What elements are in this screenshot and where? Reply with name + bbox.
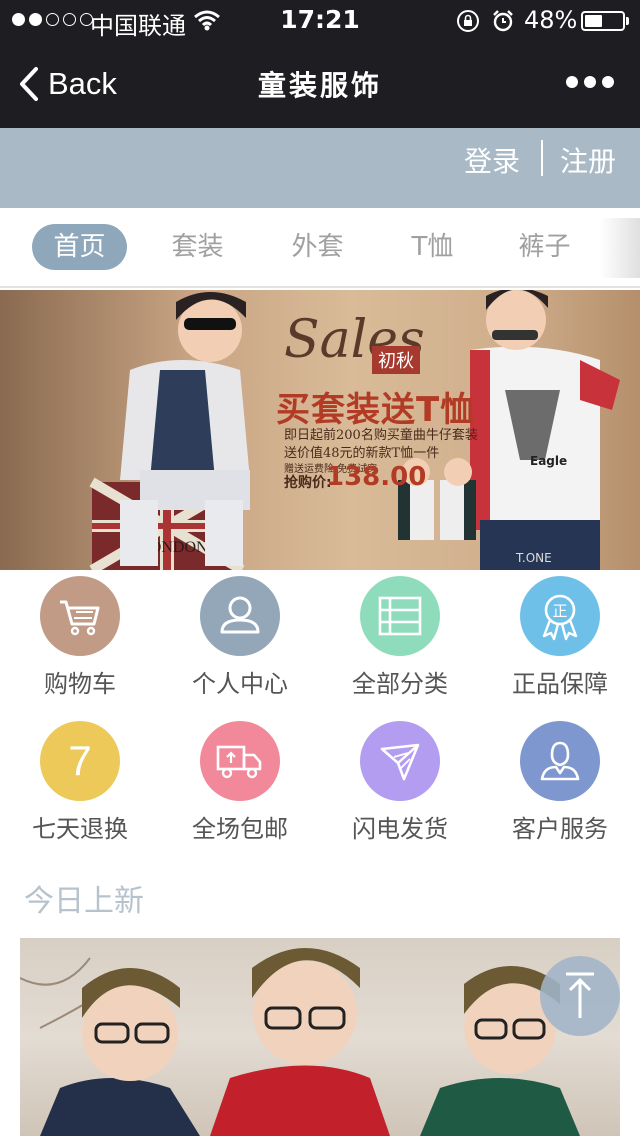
svg-text:7: 7 [68, 737, 91, 784]
status-bar: 中国联通 17:21 48% [0, 0, 640, 40]
feature-label: 七天退换 [32, 815, 128, 843]
feature-label: 客户服务 [512, 815, 608, 843]
truck-icon [200, 721, 280, 801]
feature-label: 正品保障 [512, 670, 608, 698]
cart-icon [40, 576, 120, 656]
login-link[interactable]: 登录 [464, 140, 520, 180]
feature-label: 闪电发货 [352, 815, 448, 843]
tab-jackets[interactable]: 外套 [270, 224, 365, 270]
feature-customer-service[interactable]: 客户服务 [480, 717, 640, 857]
banner-price-label: 抢购价: [284, 475, 332, 491]
arrow-up-icon [566, 972, 594, 1018]
feature-label: 购物车 [44, 670, 116, 698]
alarm-icon [491, 9, 515, 37]
page-title: 童装服饰 [257, 69, 382, 102]
product-illustration [20, 948, 580, 1136]
list-icon [360, 576, 440, 656]
feature-free-shipping[interactable]: 全场包邮 [160, 717, 320, 857]
banner-line-2: 送价值48元的新款T恤一件 [284, 446, 440, 461]
svg-text:正: 正 [552, 602, 567, 620]
section-title: 今日上新 [24, 884, 144, 919]
feature-fast-delivery[interactable]: 闪电发货 [320, 717, 480, 857]
svg-text:T.ONE: T.ONE [515, 551, 552, 565]
feature-cart[interactable]: 购物车 [0, 572, 160, 712]
battery-percent: 48% [524, 6, 578, 34]
tab-home[interactable]: 首页 [32, 224, 127, 270]
feature-authentic-guarantee[interactable]: 正 正品保障 [480, 572, 640, 712]
paper-plane-icon [360, 721, 440, 801]
more-options-button[interactable] [566, 76, 614, 88]
tabs-scroll-fade [600, 218, 640, 278]
banner-badge: 初秋 [372, 346, 420, 374]
rotation-lock-icon [456, 9, 480, 37]
feature-all-categories[interactable]: 全部分类 [320, 572, 480, 712]
feature-label: 全场包邮 [192, 815, 288, 843]
tab-sets[interactable]: 套装 [150, 224, 245, 270]
tab-tshirts[interactable]: T恤 [385, 224, 480, 270]
feature-seven-day-return[interactable]: 7 七天退换 [0, 717, 160, 857]
new-arrival-product-image[interactable] [20, 938, 620, 1136]
badge-icon: 正 [520, 576, 600, 656]
scroll-to-top-button[interactable] [540, 956, 620, 1036]
battery-icon [581, 11, 625, 31]
register-link[interactable]: 注册 [560, 140, 616, 180]
account-bar: 登录 注册 [0, 128, 640, 208]
user-icon [200, 576, 280, 656]
feature-user-center[interactable]: 个人中心 [160, 572, 320, 712]
seven-days-icon: 7 [40, 721, 120, 801]
tab-pants[interactable]: 裤子 [497, 224, 592, 270]
category-tabs: 首页 套装 外套 T恤 裤子 [0, 208, 640, 288]
navigation-bar: Back 童装服饰 [0, 40, 640, 128]
banner-line-1: 即日起前200名购买童曲牛仔套装 [284, 428, 478, 443]
service-icon [520, 721, 600, 801]
feature-label: 全部分类 [352, 670, 448, 698]
banner-price-value: 138.00 [326, 462, 427, 492]
svg-text:Eagle: Eagle [530, 454, 567, 468]
divider [541, 140, 543, 176]
feature-label: 个人中心 [192, 670, 288, 698]
